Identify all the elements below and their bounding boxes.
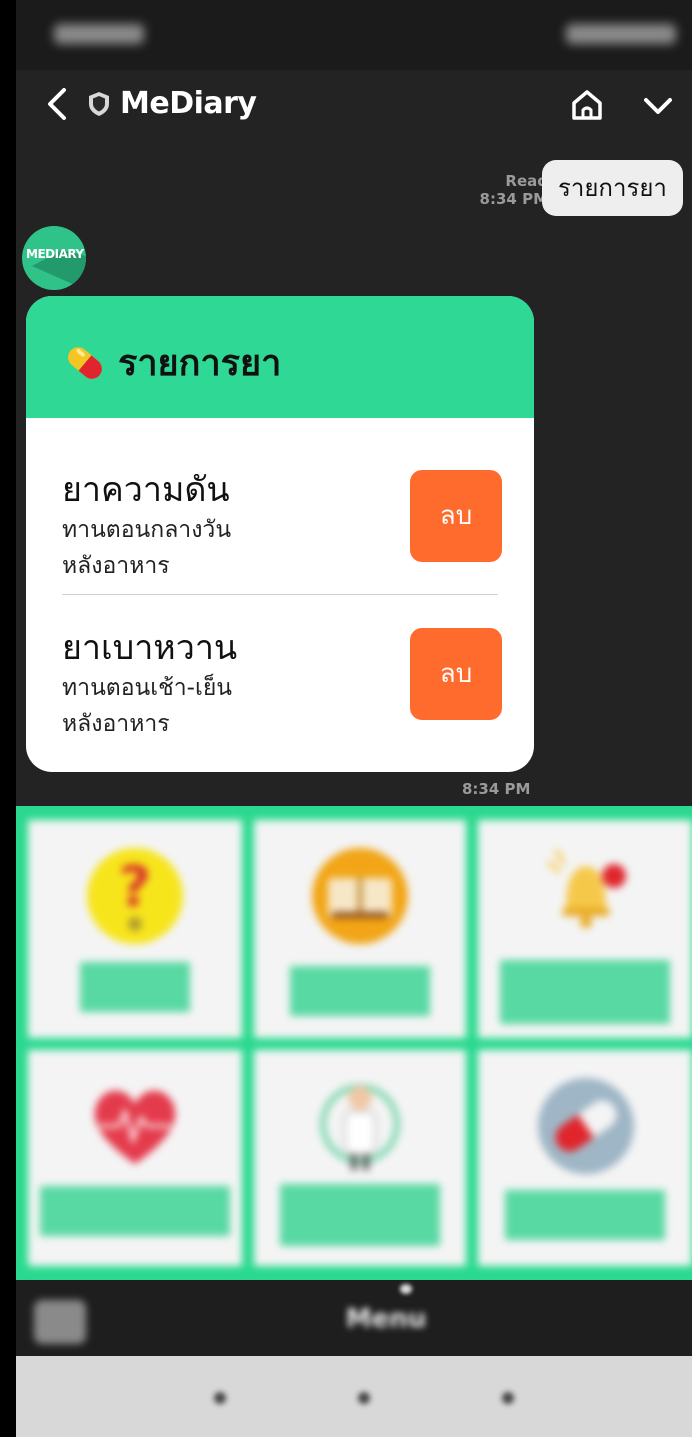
read-receipt: Read 8:34 PM (456, 172, 548, 208)
rich-menu-label (505, 1190, 665, 1240)
user-message-bubble[interactable]: รายการยา (542, 160, 683, 216)
medicine-meal: หลังอาหาร (62, 553, 170, 579)
rich-menu-label (290, 966, 430, 1016)
card-title: รายการยา (62, 334, 281, 391)
shield-icon (89, 91, 109, 116)
bot-message-time: 8:34 PM (462, 780, 531, 798)
rich-menu-label (40, 1186, 230, 1236)
medicine-name: ยาความดัน (62, 470, 230, 510)
chat-bottom-bar: Menu (16, 1280, 692, 1356)
heart-icon (94, 1090, 176, 1164)
recents-nav-icon[interactable] (214, 1392, 226, 1404)
medicine-meal: หลังอาหาร (62, 711, 170, 737)
rich-menu-health[interactable] (28, 1050, 242, 1266)
medicine-time: ทานตอนเช้า-เย็น (62, 675, 233, 701)
menu-toggle-label[interactable]: Menu (316, 1304, 456, 1334)
avatar-text: MEDIARY (26, 247, 84, 261)
rich-menu-diary[interactable] (254, 820, 466, 1038)
system-nav-bar (16, 1356, 692, 1437)
read-time: 8:34 PM (479, 190, 548, 208)
delete-button[interactable]: ลบ (410, 628, 502, 720)
capsule-icon (538, 1078, 634, 1174)
pill-icon (68, 346, 102, 379)
rich-menu: ? (16, 806, 692, 1280)
back-arrow-icon[interactable] (38, 84, 74, 124)
phone-screen: MeDiary Read 8:34 PM รายการยา MEDIARY รา… (16, 0, 692, 1437)
chevron-down-icon[interactable] (640, 88, 676, 124)
rich-menu-doctor[interactable] (254, 1050, 466, 1266)
bell-icon (546, 849, 626, 928)
menu-toggle-icon (400, 1284, 412, 1294)
question-icon: ? (87, 848, 183, 944)
chat-title: MeDiary (86, 86, 257, 121)
home-icon[interactable] (568, 86, 606, 124)
card-title-text: รายการยา (118, 343, 282, 384)
rich-menu-grid: ? (16, 806, 692, 1280)
rich-menu-label (280, 1184, 440, 1246)
status-bar (16, 0, 692, 70)
svg-text:?: ? (119, 855, 151, 920)
home-nav-icon[interactable] (358, 1392, 370, 1404)
rich-menu-label (80, 962, 190, 1012)
medicine-list-card: รายการยา ยาความดัน ทานตอนกลางวัน หลังอาห… (26, 296, 534, 772)
medicine-time: ทานตอนกลางวัน (62, 517, 232, 543)
status-time-blurred (54, 24, 144, 44)
doctor-icon (320, 1084, 400, 1170)
chat-header: MeDiary (16, 70, 692, 140)
medicine-name: ยาเบาหวาน (62, 628, 238, 668)
keyboard-icon[interactable] (34, 1300, 86, 1344)
card-header: รายการยา (26, 296, 534, 418)
status-icons-blurred (566, 24, 676, 44)
delete-button[interactable]: ลบ (410, 470, 502, 562)
rich-menu-reminder[interactable] (478, 820, 692, 1038)
back-nav-icon[interactable] (502, 1392, 514, 1404)
divider (62, 594, 498, 595)
book-icon (312, 848, 408, 944)
rich-menu-help[interactable]: ? (28, 820, 242, 1038)
rich-menu-label (500, 960, 670, 1024)
chat-title-text: MeDiary (120, 86, 257, 121)
bot-avatar[interactable]: MEDIARY (22, 226, 86, 290)
rich-menu-medicine[interactable] (478, 1050, 692, 1266)
read-label: Read (505, 172, 548, 190)
